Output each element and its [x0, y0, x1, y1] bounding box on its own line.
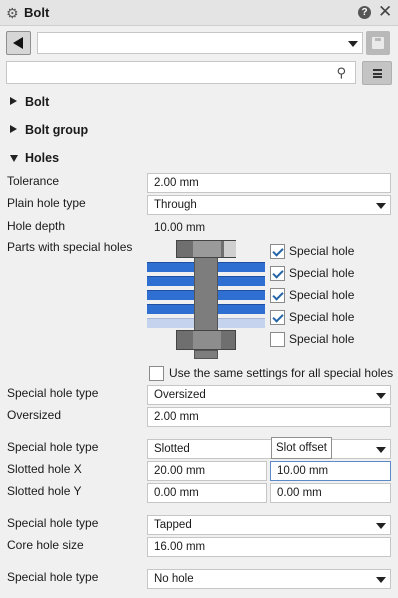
bolt-tip: [194, 350, 218, 359]
same-settings-checkbox[interactable]: [149, 366, 164, 381]
collapse-down-icon: [10, 155, 18, 162]
tolerance-label: Tolerance: [7, 174, 60, 188]
slotted-hole-x-field[interactable]: 20.00 mm: [147, 461, 267, 481]
special-hole-type-label-3: Special hole type: [7, 516, 99, 530]
chevron-down-icon: [376, 523, 386, 529]
special-hole-type-value-2: Slotted: [154, 443, 190, 455]
special-hole-type-value-4: No hole: [154, 573, 194, 585]
bolt-nut: [176, 330, 236, 350]
special-hole-checkbox-2[interactable]: [270, 266, 285, 281]
oversized-label: Oversized: [7, 408, 62, 422]
special-hole-label-1: Special hole: [289, 244, 355, 258]
special-hole-checkbox-5[interactable]: [270, 332, 285, 347]
same-settings-label: Use the same settings for all special ho…: [169, 366, 394, 380]
expand-right-icon: [10, 97, 17, 105]
special-hole-checkbox-4[interactable]: [270, 310, 285, 325]
back-button[interactable]: [6, 31, 31, 55]
chevron-down-icon: [376, 577, 386, 583]
hole-depth-value: 10.00 mm: [147, 218, 391, 238]
preset-dropdown[interactable]: [37, 32, 363, 54]
section-bolt-group-label: Bolt group: [25, 123, 89, 137]
tolerance-field[interactable]: 2.00 mm: [147, 173, 391, 193]
parts-with-special-holes-label: Parts with special holes: [7, 240, 133, 254]
save-button[interactable]: [366, 31, 390, 55]
special-hole-type-select-1[interactable]: Oversized: [147, 385, 391, 405]
section-bolt-group[interactable]: Bolt group: [10, 123, 210, 139]
bolt-head: [176, 240, 236, 258]
search-input[interactable]: ⚲: [6, 61, 356, 84]
menu-icon: [373, 69, 382, 78]
special-hole-type-value-1: Oversized: [154, 389, 206, 401]
special-hole-type-select-2[interactable]: Slotted: [147, 439, 391, 459]
plain-hole-type-select[interactable]: Through: [147, 195, 391, 215]
expand-right-icon: [10, 125, 17, 133]
special-hole-label-4: Special hole: [289, 310, 355, 324]
special-hole-type-select-3[interactable]: Tapped: [147, 515, 391, 535]
special-hole-type-label-2: Special hole type: [7, 440, 99, 454]
special-hole-type-label-4: Special hole type: [7, 570, 99, 584]
special-hole-type-value-3: Tapped: [154, 519, 192, 531]
slotted-hole-y-label: Slotted hole Y: [7, 484, 82, 498]
back-arrow-icon: [13, 37, 23, 49]
slot-offset-y-field[interactable]: 0.00 mm: [270, 483, 391, 503]
slotted-hole-x-label: Slotted hole X: [7, 462, 82, 476]
special-hole-label-5: Special hole: [289, 332, 355, 346]
slot-offset-x-field[interactable]: 10.00 mm: [270, 461, 391, 481]
search-icon[interactable]: ⚲: [336, 64, 346, 82]
gear-icon: ⚙: [6, 5, 19, 21]
chevron-down-icon: [376, 447, 386, 453]
special-hole-type-select-4[interactable]: No hole: [147, 569, 391, 589]
oversized-field[interactable]: 2.00 mm: [147, 407, 391, 427]
chevron-down-icon: [376, 203, 386, 209]
save-disk-icon: [372, 37, 384, 49]
window-title: Bolt: [24, 5, 50, 20]
special-hole-checkbox-3[interactable]: [270, 288, 285, 303]
slotted-hole-y-field[interactable]: 0.00 mm: [147, 483, 267, 503]
slot-offset-tooltip: Slot offset: [271, 437, 332, 459]
core-hole-size-label: Core hole size: [7, 538, 84, 552]
special-hole-label-2: Special hole: [289, 266, 355, 280]
bolt-illustration: [147, 240, 265, 360]
plain-hole-type-value: Through: [154, 199, 197, 211]
special-hole-label-3: Special hole: [289, 288, 355, 302]
core-hole-size-field[interactable]: 16.00 mm: [147, 537, 391, 557]
special-hole-type-label-1: Special hole type: [7, 386, 99, 400]
close-icon[interactable]: ✕: [378, 3, 392, 21]
section-bolt[interactable]: Bolt: [10, 95, 210, 111]
title-bar: [0, 0, 398, 26]
hole-depth-label: Hole depth: [7, 219, 66, 233]
chevron-down-icon: [348, 41, 358, 47]
plain-hole-type-label: Plain hole type: [7, 196, 86, 210]
section-holes[interactable]: Holes: [10, 151, 210, 167]
special-hole-checkbox-1[interactable]: [270, 244, 285, 259]
menu-button[interactable]: [362, 61, 392, 85]
help-icon[interactable]: ?: [358, 6, 371, 19]
chevron-down-icon: [376, 393, 386, 399]
